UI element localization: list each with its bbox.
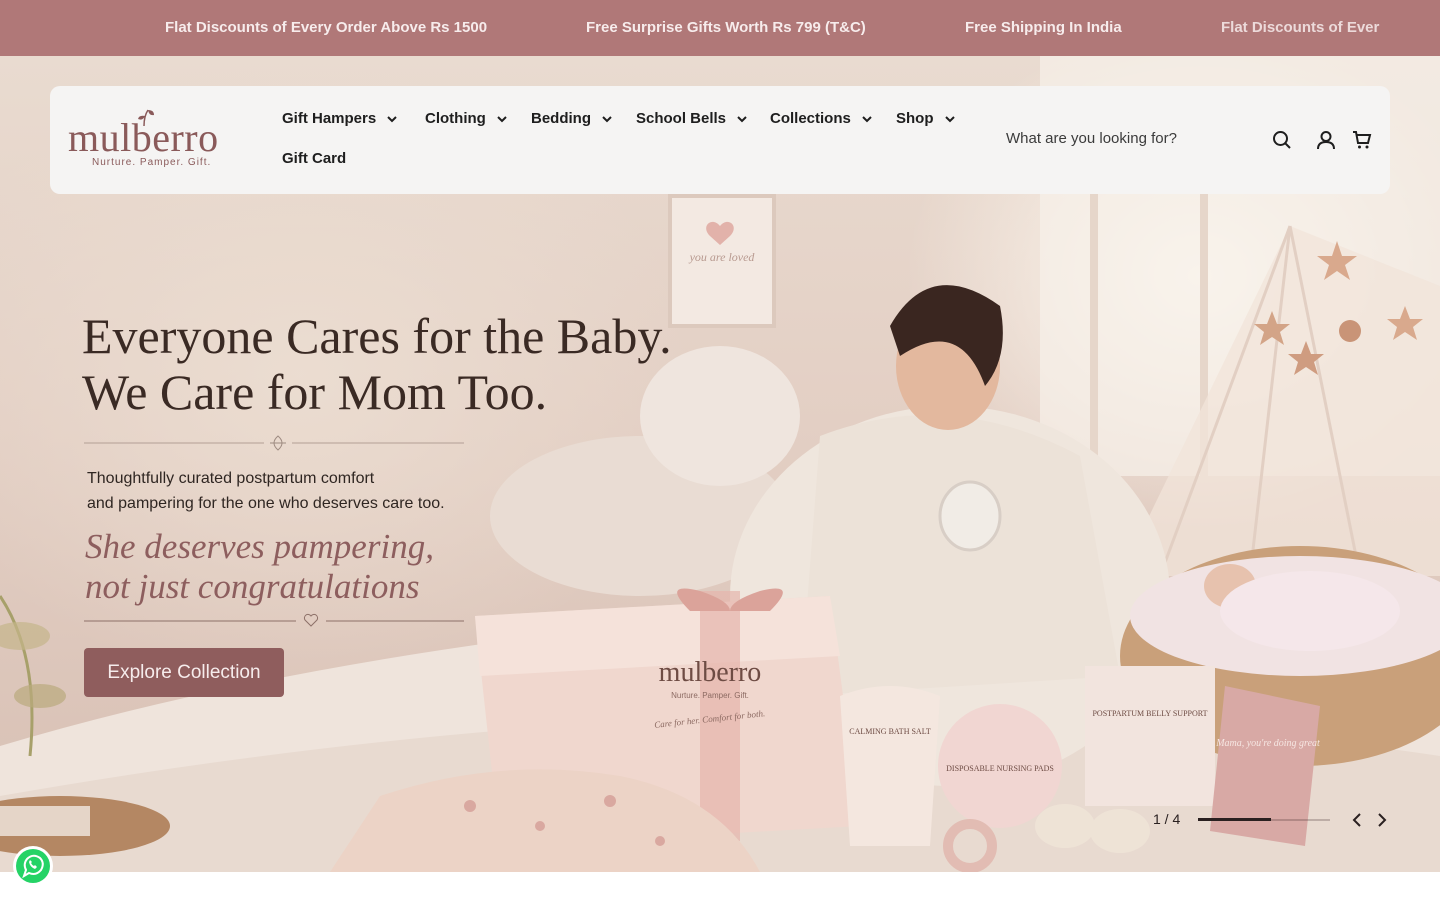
nav-item-collections[interactable]: Collections [770, 110, 872, 127]
chevron-down-icon [737, 115, 747, 122]
search-input[interactable]: What are you looking for? [1006, 130, 1177, 147]
nav-label: Shop [896, 110, 934, 127]
nav-label: School Bells [636, 110, 727, 127]
chevron-down-icon [387, 115, 398, 122]
nav-item-gift-card[interactable]: Gift Card [282, 150, 346, 167]
chevron-down-icon [862, 115, 872, 122]
announcement-message: Flat Discounts of Ever [1221, 19, 1380, 36]
logo-tagline: Nurture. Pamper. Gift. [92, 157, 212, 168]
bath-salt-label: CALMING BATH SALT [849, 727, 931, 736]
account-icon[interactable] [1315, 129, 1337, 151]
announcement-message: Free Surprise Gifts Worth Rs 799 (T&C) [586, 19, 866, 36]
nav-label: Clothing [425, 110, 486, 127]
nav-label: Bedding [531, 110, 591, 127]
box-brand: mulberro [659, 657, 762, 688]
frame-text: you are loved [689, 250, 756, 264]
headline-line: Everyone Cares for the Baby. [82, 308, 672, 364]
chevron-down-icon [497, 115, 507, 122]
subcopy-line: and pampering for the one who deserves c… [87, 495, 445, 512]
box-tagline: Nurture. Pamper. Gift. [671, 691, 749, 700]
script-line: not just congratulations [85, 567, 420, 606]
nav-item-bedding[interactable]: Bedding [531, 110, 612, 127]
headline-line: We Care for Mom Too. [82, 364, 548, 420]
nav-item-clothing[interactable]: Clothing [425, 110, 507, 127]
cart-icon[interactable] [1351, 129, 1373, 151]
nav-item-gift-hampers[interactable]: Gift Hampers [282, 110, 398, 127]
divider-ornament [84, 435, 464, 451]
next-slide-button[interactable] [1373, 810, 1391, 830]
slide-counter: 1 / 4 [1153, 811, 1181, 827]
nav-item-school-bells[interactable]: School Bells [636, 110, 747, 127]
nav-label: Collections [770, 110, 851, 127]
announcement-message: Flat Discounts of Every Order Above Rs 1… [165, 19, 488, 36]
nursing-pads-label: DISPOSABLE NURSING PADS [946, 764, 1054, 773]
journal-label: Mama, you're doing great [1215, 738, 1320, 749]
announcement-bar: Flat Discounts of Every Order Above Rs 1… [0, 0, 1440, 56]
announcement-message: Free Shipping In India [965, 19, 1122, 36]
hero-headline: Everyone Cares for the Baby. We Care for… [82, 308, 672, 420]
prev-slide-button[interactable] [1348, 810, 1366, 830]
site-header: mulberro Nurture. Pamper. Gift. Gift Ham… [50, 86, 1390, 194]
subcopy-line: Thoughtfully curated postpartum comfort [87, 470, 375, 487]
logo[interactable]: mulberro Nurture. Pamper. Gift. [68, 108, 238, 172]
belly-support-label: POSTPARTUM BELLY SUPPORT [1092, 709, 1207, 718]
nav-label: Gift Hampers [282, 110, 377, 127]
script-line: She deserves pampering, [85, 527, 434, 566]
hero-script-text: She deserves pampering, not just congrat… [85, 527, 434, 607]
whatsapp-icon[interactable] [12, 845, 54, 887]
explore-collection-button[interactable]: Explore Collection [84, 648, 284, 697]
heart-divider [84, 613, 464, 627]
nav-item-shop[interactable]: Shop [896, 110, 955, 127]
chevron-down-icon [944, 115, 955, 122]
chevron-down-icon [602, 115, 612, 122]
slide-progress-fill [1198, 818, 1271, 821]
logo-wordmark: mulberro [68, 115, 219, 160]
hero-subcopy: Thoughtfully curated postpartum comfort … [87, 466, 445, 516]
search-icon[interactable] [1271, 129, 1293, 151]
